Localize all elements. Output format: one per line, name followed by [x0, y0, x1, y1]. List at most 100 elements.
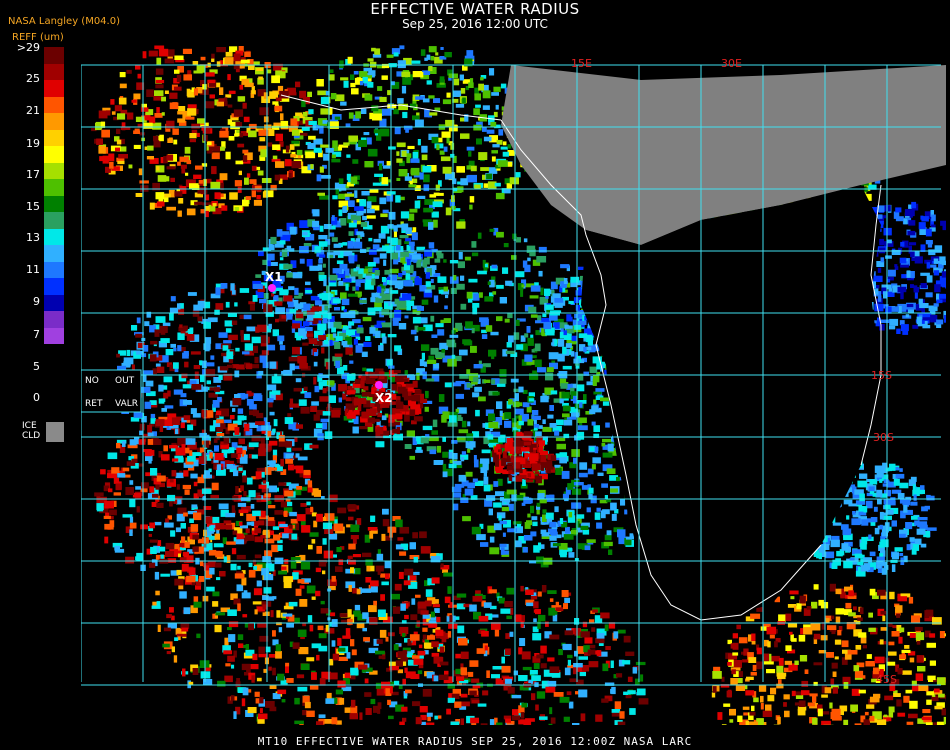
cloud-pixel	[377, 609, 386, 617]
cloud-pixel	[163, 445, 168, 452]
cloud-pixel	[610, 502, 617, 511]
cloud-pixel	[785, 613, 792, 621]
cloud-pixel	[214, 624, 222, 633]
cloud-pixel	[933, 258, 939, 264]
cloud-pixel	[340, 218, 347, 226]
cloud-pixel	[147, 145, 154, 151]
cloud-pixel	[254, 528, 262, 534]
cloud-pixel	[732, 633, 738, 639]
cloud-pixel	[233, 711, 237, 719]
cloud-pixel	[404, 315, 409, 319]
cloud-pixel	[771, 655, 780, 662]
cloud-pixel	[311, 488, 319, 496]
cloud-pixel	[523, 238, 528, 243]
cloud-pixel	[335, 336, 343, 341]
cloud-pixel	[204, 345, 210, 352]
cloud-pixel	[501, 506, 509, 512]
cloud-pixel	[212, 400, 220, 408]
cloud-pixel	[129, 480, 134, 485]
cloud-pixel	[252, 510, 261, 517]
cloud-pixel	[588, 487, 594, 494]
cloud-pixel	[256, 677, 262, 682]
cloud-pixel	[403, 580, 411, 586]
cloud-pixel	[442, 436, 446, 442]
cloud-pixel	[170, 530, 176, 537]
cloud-pixel	[499, 520, 507, 525]
cloud-pixel	[144, 401, 152, 409]
cloud-pixel	[382, 508, 389, 515]
cloud-pixel	[911, 548, 917, 555]
cloud-pixel	[328, 533, 338, 540]
cloud-pixel	[311, 539, 316, 544]
reff-map: NO OUT RET VALR X1 X2 15S 30S 45S 15E 30…	[81, 45, 946, 725]
cloud-pixel	[386, 161, 391, 166]
cloud-pixel	[474, 459, 479, 468]
cloud-pixel	[225, 663, 231, 667]
cloud-pixel	[371, 278, 376, 286]
cloud-pixel	[395, 195, 401, 203]
cloud-pixel	[933, 303, 939, 307]
cloud-pixel	[861, 543, 867, 550]
cloud-pixel	[879, 238, 885, 246]
cloud-pixel	[223, 520, 232, 524]
cloud-pixel	[204, 72, 215, 77]
cloud-pixel	[467, 298, 473, 303]
cloud-pixel	[456, 166, 465, 173]
cloud-pixel	[515, 408, 524, 415]
cloud-pixel	[322, 388, 327, 394]
cloud-pixel	[465, 321, 473, 329]
cloud-pixel	[292, 447, 302, 451]
cloud-pixel	[464, 488, 474, 496]
cloud-pixel	[790, 596, 795, 600]
cloud-pixel	[432, 219, 438, 228]
cloud-pixel	[440, 156, 451, 162]
cloud-pixel	[298, 292, 304, 296]
cloud-pixel	[534, 359, 542, 368]
cloud-pixel	[409, 575, 417, 581]
cloud-pixel	[164, 58, 175, 64]
cloud-pixel	[554, 506, 559, 513]
cloud-pixel	[467, 174, 477, 183]
cloud-pixel	[156, 366, 165, 373]
cloud-pixel	[263, 304, 273, 313]
cloud-pixel	[462, 516, 471, 522]
cloud-pixel	[228, 136, 235, 141]
cloud-pixel	[906, 544, 911, 551]
cloud-pixel	[317, 90, 327, 96]
cloud-pixel	[136, 552, 143, 561]
cloud-pixel	[217, 680, 226, 687]
cloud-pixel	[884, 205, 891, 212]
cloud-pixel	[245, 363, 253, 370]
cloud-pixel	[347, 504, 357, 510]
cloud-pixel	[334, 116, 341, 120]
cloud-pixel	[269, 361, 277, 369]
cloud-pixel	[556, 443, 566, 450]
cloud-pixel	[495, 417, 502, 423]
cloud-pixel	[410, 329, 417, 335]
cloud-pixel	[314, 246, 321, 253]
cloud-pixel	[295, 522, 300, 531]
cloud-pixel	[253, 199, 262, 206]
cloud-pixel	[158, 384, 164, 392]
cloud-pixel	[350, 667, 359, 676]
cloud-pixel	[314, 385, 320, 393]
cloud-pixel	[175, 472, 184, 479]
cloud-pixel	[340, 77, 349, 81]
cloud-pixel	[210, 355, 215, 360]
cloud-pixel	[352, 159, 359, 164]
cloud-pixel	[401, 71, 411, 78]
cloud-pixel	[456, 283, 465, 290]
cloud-pixel	[843, 719, 849, 725]
cloud-pixel	[248, 569, 256, 578]
cloud-pixel	[227, 609, 237, 616]
cloud-pixel	[855, 570, 866, 577]
cloud-pixel	[891, 520, 897, 527]
cloud-pixel	[147, 432, 154, 437]
cloud-pixel	[96, 503, 104, 510]
cloud-pixel	[381, 533, 386, 541]
cloud-pixel	[405, 128, 409, 133]
cloud-pixel	[885, 255, 892, 259]
cloud-pixel	[347, 240, 354, 249]
cloud-pixel	[138, 168, 143, 176]
cloud-pixel	[370, 580, 379, 587]
